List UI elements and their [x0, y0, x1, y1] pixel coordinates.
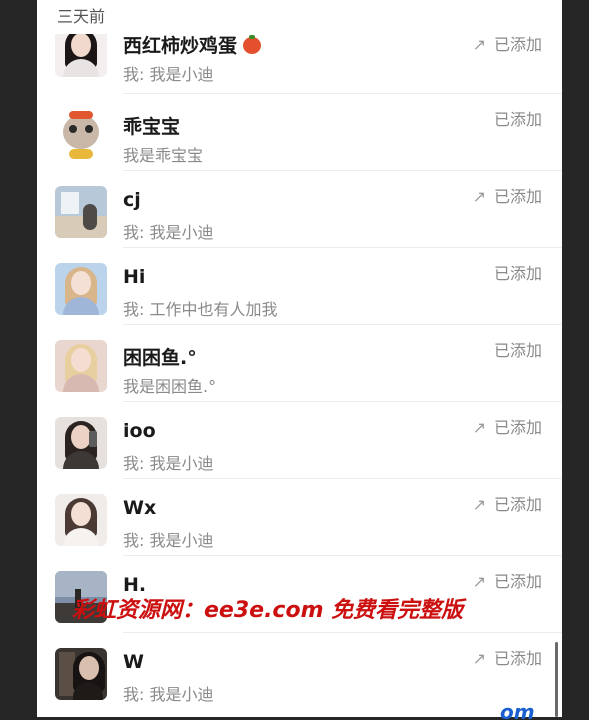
section-header: 三天前	[37, 0, 562, 34]
contact-row[interactable]: Hi 我: 工作中也有人加我 已添加	[37, 248, 562, 325]
contact-row[interactable]: ioo 我: 我是小迪 ↗ 已添加	[37, 402, 562, 479]
contact-name: 乖宝宝	[123, 116, 181, 138]
contact-row[interactable]: 乖宝宝 我是乖宝宝 已添加	[37, 94, 562, 171]
contact-name: 西红柿炒鸡蛋	[123, 31, 262, 58]
contact-status: ↗ 已添加	[472, 35, 542, 54]
arrow-up-right-icon: ↗	[472, 418, 486, 437]
contact-row[interactable]: W 我: 我是小迪 ↗ 已添加	[37, 633, 562, 710]
arrow-up-right-icon: ↗	[472, 35, 486, 54]
avatar-dark-portrait	[55, 648, 107, 700]
contact-message: 我: 我是小迪	[123, 223, 214, 242]
corner-watermark: om	[500, 700, 535, 720]
contact-name: Hi	[123, 266, 146, 288]
contact-name: ioo	[123, 420, 156, 442]
watermark-text: 彩虹资源网：ee3e.com 免费看完整版	[72, 598, 464, 623]
contact-message: 我: 我是小迪	[123, 531, 214, 550]
contact-message: 我: 工作中也有人加我	[123, 300, 278, 319]
contact-name: Wx	[123, 497, 157, 519]
contact-name: W	[123, 651, 144, 673]
arrow-up-right-icon: ↗	[472, 495, 486, 514]
avatar-room-photo	[55, 186, 107, 238]
contact-row[interactable]: cj 我: 我是小迪 ↗ 已添加	[37, 171, 562, 248]
contact-message: 我: 我是小迪	[123, 454, 214, 473]
arrow-up-right-icon: ↗	[472, 187, 486, 206]
arrow-up-right-icon: ↗	[472, 572, 486, 591]
avatar-portrait-light	[55, 494, 107, 546]
avatar-cartoon-cat	[55, 109, 107, 161]
contact-message: 我: 我是小迪	[123, 685, 214, 704]
contact-row[interactable]: Wx 我: 我是小迪 ↗ 已添加	[37, 479, 562, 556]
avatar-mirror-selfie	[55, 417, 107, 469]
contact-status: 已添加	[493, 110, 542, 129]
contact-message: 我是困困鱼.°	[123, 377, 217, 396]
contact-name: cj	[123, 189, 141, 211]
contact-message: 我是乖宝宝	[123, 146, 204, 165]
contact-status: 已添加	[493, 264, 542, 283]
avatar-blonde-girl	[55, 340, 107, 392]
contact-status: ↗ 已添加	[472, 649, 542, 668]
contact-message: 我: 我是小迪	[123, 65, 214, 84]
contact-status: ↗ 已添加	[472, 572, 542, 591]
contact-name: 困困鱼.°	[123, 347, 197, 369]
contact-status: ↗ 已添加	[472, 495, 542, 514]
contact-status: ↗ 已添加	[472, 187, 542, 206]
contact-status: 已添加	[493, 341, 542, 360]
contact-status: ↗ 已添加	[472, 418, 542, 437]
avatar-anime-girl	[55, 263, 107, 315]
arrow-up-right-icon: ↗	[472, 649, 486, 668]
contact-row[interactable]: 困困鱼.° 我是困困鱼.° 已添加	[37, 325, 562, 402]
tomato-icon	[243, 35, 262, 54]
